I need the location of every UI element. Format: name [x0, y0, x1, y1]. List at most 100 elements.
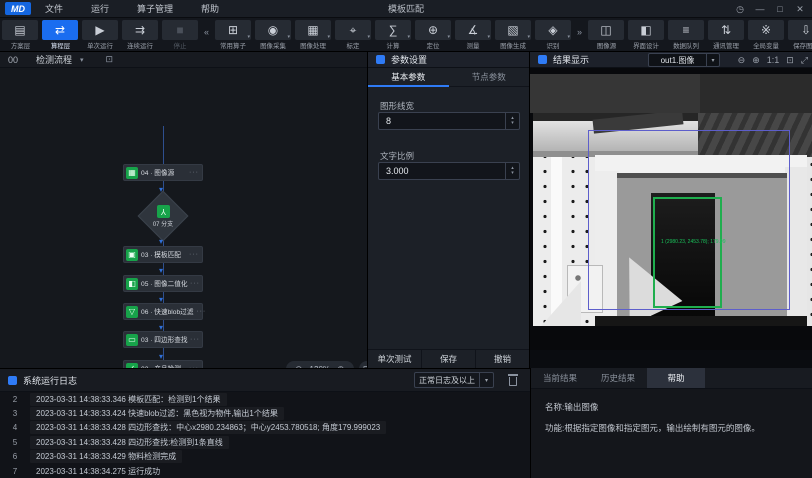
tab-node-params[interactable]: 节点参数 [449, 68, 530, 86]
tool-button-label-4: 全局变量 [753, 41, 779, 50]
operator-button-icon-7: ▧▾ [495, 20, 531, 40]
tool-button-3[interactable]: ⇅通讯管理 [707, 20, 745, 51]
operator-button-label-0: 常用算子 [220, 41, 246, 50]
log-row-number: 2 [0, 395, 30, 404]
run-button-icon-1: ⇄ [42, 20, 78, 40]
log-row-text: 2023-03-31 14:38:33.429 物料检测完成 [30, 450, 182, 463]
minimize-button[interactable]: — [750, 0, 770, 18]
operator-button-1[interactable]: ◉▾图像采集 [254, 20, 292, 51]
node-more-icon[interactable]: ··· [196, 308, 206, 315]
operator-button-3[interactable]: ⌖▾标定 [334, 20, 372, 51]
result-source-select[interactable]: out1.图像 ▾ [648, 53, 720, 67]
log-rows[interactable]: 22023-03-31 14:38:33.346 模板匹配：检测到1个结果320… [0, 392, 530, 478]
chevron-down-icon: ▾ [448, 34, 451, 40]
tool-button-2[interactable]: ≡数据队列 [667, 20, 705, 51]
actual-size-icon[interactable]: 1:1 [767, 55, 780, 65]
clear-log-icon[interactable] [508, 374, 518, 386]
log-row[interactable]: 72023-03-31 14:38:34.275 运行成功 [0, 464, 530, 478]
tool-button-label-5: 保存图像 [793, 41, 812, 50]
tool-button-icon-4: ※ [748, 20, 784, 40]
app-window: MD 文件运行算子管理帮助 模板匹配 ◷ — □ ✕ ▤方案层⇄算程层▶单次运行… [0, 0, 812, 478]
tool-button-5[interactable]: ⇩保存图像 [787, 20, 812, 51]
log-level-select[interactable]: 正常日志及以上 ▾ [414, 372, 494, 388]
flow-node-04[interactable]: ▦04 · 图像源··· [123, 164, 203, 181]
menu-file[interactable]: 文件 [31, 4, 77, 14]
run-button-3[interactable]: ⇉连续运行 [121, 20, 159, 51]
log-row[interactable]: 32023-03-31 14:38:33.424 快速blob过滤：黑色视为物件… [0, 406, 530, 420]
fullscreen-icon[interactable]: ⤢ [801, 55, 808, 66]
log-row[interactable]: 42023-03-31 14:38:33.428 四边形查找：中心x2980.2… [0, 421, 530, 435]
node-more-icon[interactable]: ··· [189, 169, 199, 176]
fit-view-icon[interactable]: ⊡ [786, 55, 794, 66]
maximize-button[interactable]: □ [770, 0, 790, 18]
flow-arrow-icon: ▾ [159, 296, 163, 304]
chevron-down-icon[interactable]: ▾ [80, 56, 84, 64]
result-tab-1[interactable]: 历史结果 [589, 368, 647, 388]
single-test-button[interactable]: 单次测试 [368, 350, 422, 368]
image-viewport[interactable]: 1 (2980.23, 2453.78); 179.99 5472*3648 │… [530, 68, 812, 350]
line-width-input[interactable]: 8 ▴▾ [378, 112, 520, 130]
result-tab-0[interactable]: 当前结果 [531, 368, 589, 388]
parameter-actions: 单次测试 保存 撤销 [368, 349, 529, 368]
run-button-label-2: 单次运行 [87, 41, 113, 50]
chevron-down-icon: ▾ [479, 373, 493, 387]
operator-button-0[interactable]: ⊞▾常用算子 [214, 20, 252, 51]
close-button[interactable]: ✕ [790, 0, 810, 18]
performance-icon[interactable]: ◷ [730, 0, 750, 18]
node-icon: ◧ [126, 278, 138, 290]
menu-run[interactable]: 运行 [77, 4, 123, 14]
save-button[interactable]: 保存 [422, 350, 476, 368]
undo-button[interactable]: 撤销 [476, 350, 529, 368]
menu-help[interactable]: 帮助 [187, 4, 233, 14]
line-width-stepper[interactable]: ▴▾ [505, 113, 519, 129]
tab-basic-params[interactable]: 基本参数 [368, 68, 449, 86]
run-button-2[interactable]: ▶单次运行 [81, 20, 119, 51]
node-more-icon[interactable]: ··· [190, 336, 200, 343]
log-row-number: 6 [0, 452, 30, 461]
run-button-1[interactable]: ⇄算程层 [41, 20, 79, 51]
flow-title[interactable]: 检测流程 [36, 53, 72, 66]
collapse-left-icon[interactable]: « [200, 27, 213, 37]
run-button-icon-3: ⇉ [122, 20, 158, 40]
log-row[interactable]: 62023-03-31 14:38:33.429 物料检测完成 [0, 450, 530, 464]
operator-button-8[interactable]: ◈▾识别 [534, 20, 572, 51]
result-tab-2[interactable]: 帮助 [647, 368, 705, 388]
flow-node-03[interactable]: ▭03 · 四边形查找··· [123, 331, 203, 348]
zoom-in-icon[interactable]: ⊕ [752, 55, 760, 66]
parameter-panel-title: 参数设置 [391, 53, 427, 66]
node-more-icon[interactable]: ··· [190, 280, 200, 287]
menu-operator-manage[interactable]: 算子管理 [123, 4, 187, 14]
node-label: 06 · 快速blob过滤 [141, 307, 193, 317]
flow-canvas[interactable]: Y 07 分支 ▦04 · 图像源··· ▣03 · 模板匹配··· ◧05 · 图… [0, 68, 367, 368]
flow-fit-icon[interactable]: ⊡ [359, 361, 367, 368]
flow-node-05[interactable]: ◧05 · 图像二值化··· [123, 275, 203, 292]
flow-arrow-icon: ▾ [159, 353, 163, 361]
collapse-right-icon[interactable]: » [573, 27, 586, 37]
zoom-out-icon[interactable]: ⊖ [738, 55, 746, 66]
flow-node-branch[interactable]: Y 07 分支 [145, 198, 181, 234]
text-scale-input[interactable]: 3.000 ▴▾ [378, 162, 520, 180]
node-more-icon[interactable]: ··· [189, 251, 199, 258]
run-button-0[interactable]: ▤方案层 [1, 20, 39, 51]
operator-button-icon-2: ▦▾ [295, 20, 331, 40]
operator-button-6[interactable]: ∡▾测量 [454, 20, 492, 51]
flow-node-06[interactable]: ▽06 · 快速blob过滤··· [123, 303, 203, 320]
log-row[interactable]: 22023-03-31 14:38:33.346 模板匹配：检测到1个结果 [0, 392, 530, 406]
log-row[interactable]: 52023-03-31 14:38:33.428 四边形查找:检测到1条直线 [0, 435, 530, 449]
tool-button-0[interactable]: ◫图像源 [587, 20, 625, 51]
operator-button-2[interactable]: ▦▾图像处理 [294, 20, 332, 51]
text-scale-stepper[interactable]: ▴▾ [505, 163, 519, 179]
operator-button-5[interactable]: ⊕▾定位 [414, 20, 452, 51]
flow-node-02[interactable]: ✓02 · 产品检测··· [123, 360, 203, 368]
flow-arrow-icon: ▾ [159, 238, 163, 246]
log-row-text: 2023-03-31 14:38:33.424 快速blob过滤：黑色视为物件,… [30, 407, 284, 420]
tool-button-4[interactable]: ※全局变量 [747, 20, 785, 51]
operator-button-4[interactable]: ∑▾计算 [374, 20, 412, 51]
flow-node-03[interactable]: ▣03 · 模板匹配··· [123, 246, 203, 263]
flow-index[interactable]: 00 [8, 55, 18, 65]
tool-button-icon-1: ◧ [628, 20, 664, 40]
operator-button-7[interactable]: ▧▾图像生成 [494, 20, 532, 51]
tool-button-1[interactable]: ◧界面设计 [627, 20, 665, 51]
flow-layout-icon[interactable]: ⊡ [106, 54, 114, 65]
result-panel-title: 结果显示 [553, 53, 589, 66]
